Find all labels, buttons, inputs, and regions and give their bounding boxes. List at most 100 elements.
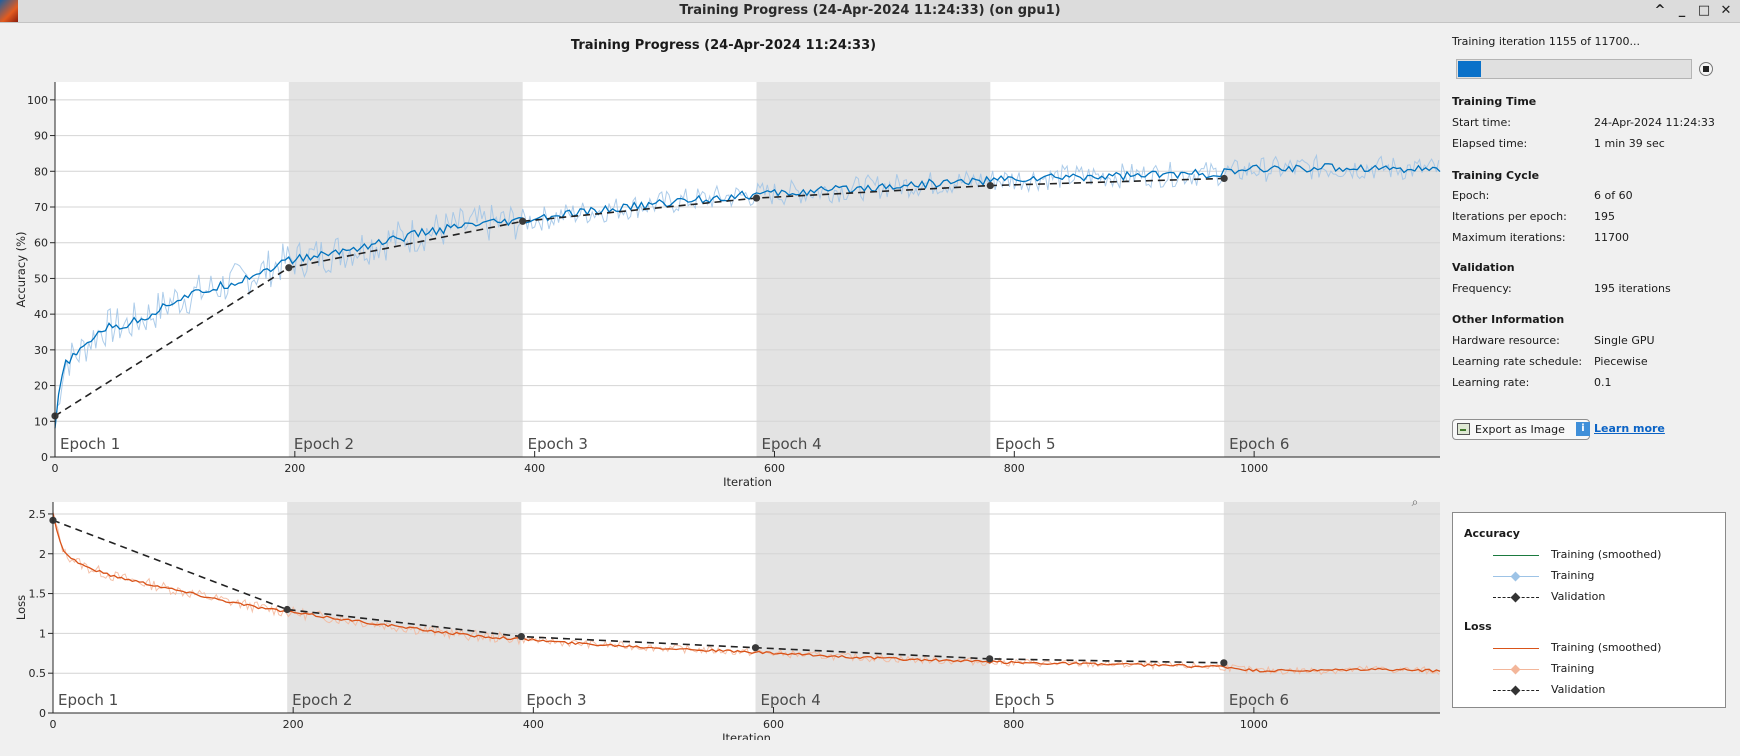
accuracy-epoch-band [1224,82,1440,457]
lr-schedule-label: Learning rate schedule: [1452,355,1583,368]
accuracy-y-tick-label: 0 [41,451,48,464]
accuracy-y-tick-label: 20 [34,380,48,393]
loss-y-tick-label: 2 [39,548,46,561]
accuracy-validation-point [519,217,527,225]
legend-loss-smoothed-label: Training (smoothed) [1551,641,1662,654]
accuracy-x-tick-label: 200 [284,462,305,475]
accuracy-y-tick-label: 70 [34,201,48,214]
window-shade-button[interactable]: ^ [1652,2,1668,19]
accuracy-epoch-label: Epoch 3 [528,435,588,453]
loss-epoch-label: Epoch 2 [292,691,352,709]
epoch-label: Epoch: [1452,189,1490,202]
legend-acc-validation-marker [1510,592,1521,603]
loss-x-tick-label: 0 [50,718,57,731]
accuracy-epoch-band [756,82,991,457]
iterations-per-epoch-label: Iterations per epoch: [1452,210,1567,223]
accuracy-x-tick-label: 400 [524,462,545,475]
legend-loss-smoothed: Training (smoothed) [1491,641,1721,655]
elapsed-time-label: Elapsed time: [1452,137,1528,150]
loss-y-tick-label: 0.5 [29,667,47,680]
window-maximize-button[interactable]: □ [1696,2,1712,19]
loss-validation-point [283,605,291,614]
legend-acc-smoothed-line [1493,555,1539,556]
axes-toolbar-icon[interactable]: ⌕ [1407,494,1423,510]
progress-fill [1458,61,1482,77]
lr-schedule-value: Piecewise [1594,355,1648,368]
accuracy-y-tick-label: 10 [34,415,48,428]
loss-validation-point [751,644,760,652]
accuracy-x-tick-label: 800 [1004,462,1025,475]
legend-acc-validation-label: Validation [1551,590,1606,603]
learn-more-label: Learn more [1594,422,1665,435]
legend-loss-training-marker [1510,664,1521,675]
legend-accuracy-heading: Accuracy [1464,527,1520,540]
accuracy-epoch-label: Epoch 5 [995,435,1055,453]
loss-y-tick-label: 1.5 [29,588,47,601]
loss-x-tick-label: 600 [763,718,784,731]
accuracy-y-tick-label: 90 [34,130,48,143]
start-time-label: Start time: [1452,116,1511,129]
learn-more-link[interactable]: i Learn more [1576,422,1665,436]
accuracy-epoch-label: Epoch 4 [761,435,821,453]
accuracy-x-tick-label: 600 [764,462,785,475]
stop-training-button[interactable] [1699,62,1713,76]
elapsed-time-value: 1 min 39 sec [1594,137,1665,150]
export-button-label: Export as Image [1475,423,1565,436]
accuracy-validation-point [752,194,761,202]
loss-epoch-label: Epoch 3 [526,691,586,709]
loss-x-tick-label: 1000 [1240,718,1268,731]
loss-y-axis-label: Loss [14,595,28,620]
start-time-value: 24-Apr-2024 11:24:33 [1594,116,1715,129]
training-time-heading: Training Time [1452,95,1537,108]
accuracy-epoch-label: Epoch 1 [60,435,120,453]
hardware-value: Single GPU [1594,334,1655,347]
loss-y-tick-label: 0 [39,707,46,720]
accuracy-validation-point [1220,174,1228,183]
export-as-image-button[interactable]: Export as Image [1452,419,1590,440]
accuracy-y-axis-label: Accuracy (%) [14,231,28,307]
legend: Accuracy Training (smoothed) Training Va… [1452,512,1726,708]
legend-loss-validation-marker [1510,685,1521,696]
window-minimize-button[interactable]: _ [1674,2,1690,19]
iterations-per-epoch-value: 195 [1594,210,1615,223]
legend-loss-training: Training [1491,662,1721,676]
accuracy-epoch-label: Epoch 2 [294,435,354,453]
loss-epoch-label: Epoch 6 [1229,691,1289,709]
training-cycle-heading: Training Cycle [1452,169,1540,182]
legend-loss-training-label: Training [1551,662,1595,675]
accuracy-epoch-band [288,82,523,457]
loss-epoch-label: Epoch 4 [761,691,821,709]
loss-validation-point [517,632,525,641]
accuracy-x-tick-label: 0 [52,462,59,475]
loss-x-axis-label: Iteration [722,731,771,740]
other-info-heading: Other Information [1452,313,1565,326]
legend-loss-heading: Loss [1464,620,1492,633]
frequency-label: Frequency: [1452,282,1512,295]
accuracy-y-tick-label: 100 [27,94,48,107]
max-iterations-label: Maximum iterations: [1452,231,1566,244]
training-progress-bar [1456,59,1692,79]
accuracy-y-tick-label: 80 [34,165,48,178]
legend-loss-validation-label: Validation [1551,683,1606,696]
accuracy-epoch-label: Epoch 6 [1229,435,1289,453]
validation-heading: Validation [1452,261,1515,274]
window-close-button[interactable]: ✕ [1718,2,1734,19]
loss-y-tick-label: 1 [39,627,46,640]
loss-epoch-label: Epoch 5 [995,691,1055,709]
legend-acc-smoothed: Training (smoothed) [1491,548,1721,562]
legend-loss-validation: Validation [1491,683,1721,697]
accuracy-y-tick-label: 30 [34,344,48,357]
accuracy-y-tick-label: 60 [34,237,48,250]
loss-validation-point [986,655,994,663]
legend-acc-smoothed-label: Training (smoothed) [1551,548,1662,561]
training-plots: Epoch 1 Epoch 2 Epoch 3 Epoch 4 Epoch 5 Epoch… [14,82,1441,740]
learning-rate-value: 0.1 [1594,376,1612,389]
accuracy-y-tick-label: 40 [34,308,48,321]
loss-epoch-band [755,502,990,713]
loss-epoch-label: Epoch 1 [58,691,118,709]
accuracy-validation-point [285,264,293,272]
export-image-icon [1457,423,1470,435]
legend-loss-smoothed-line [1493,648,1539,649]
training-status: Training iteration 1155 of 11700... [1452,35,1640,48]
legend-acc-validation: Validation [1491,590,1721,604]
